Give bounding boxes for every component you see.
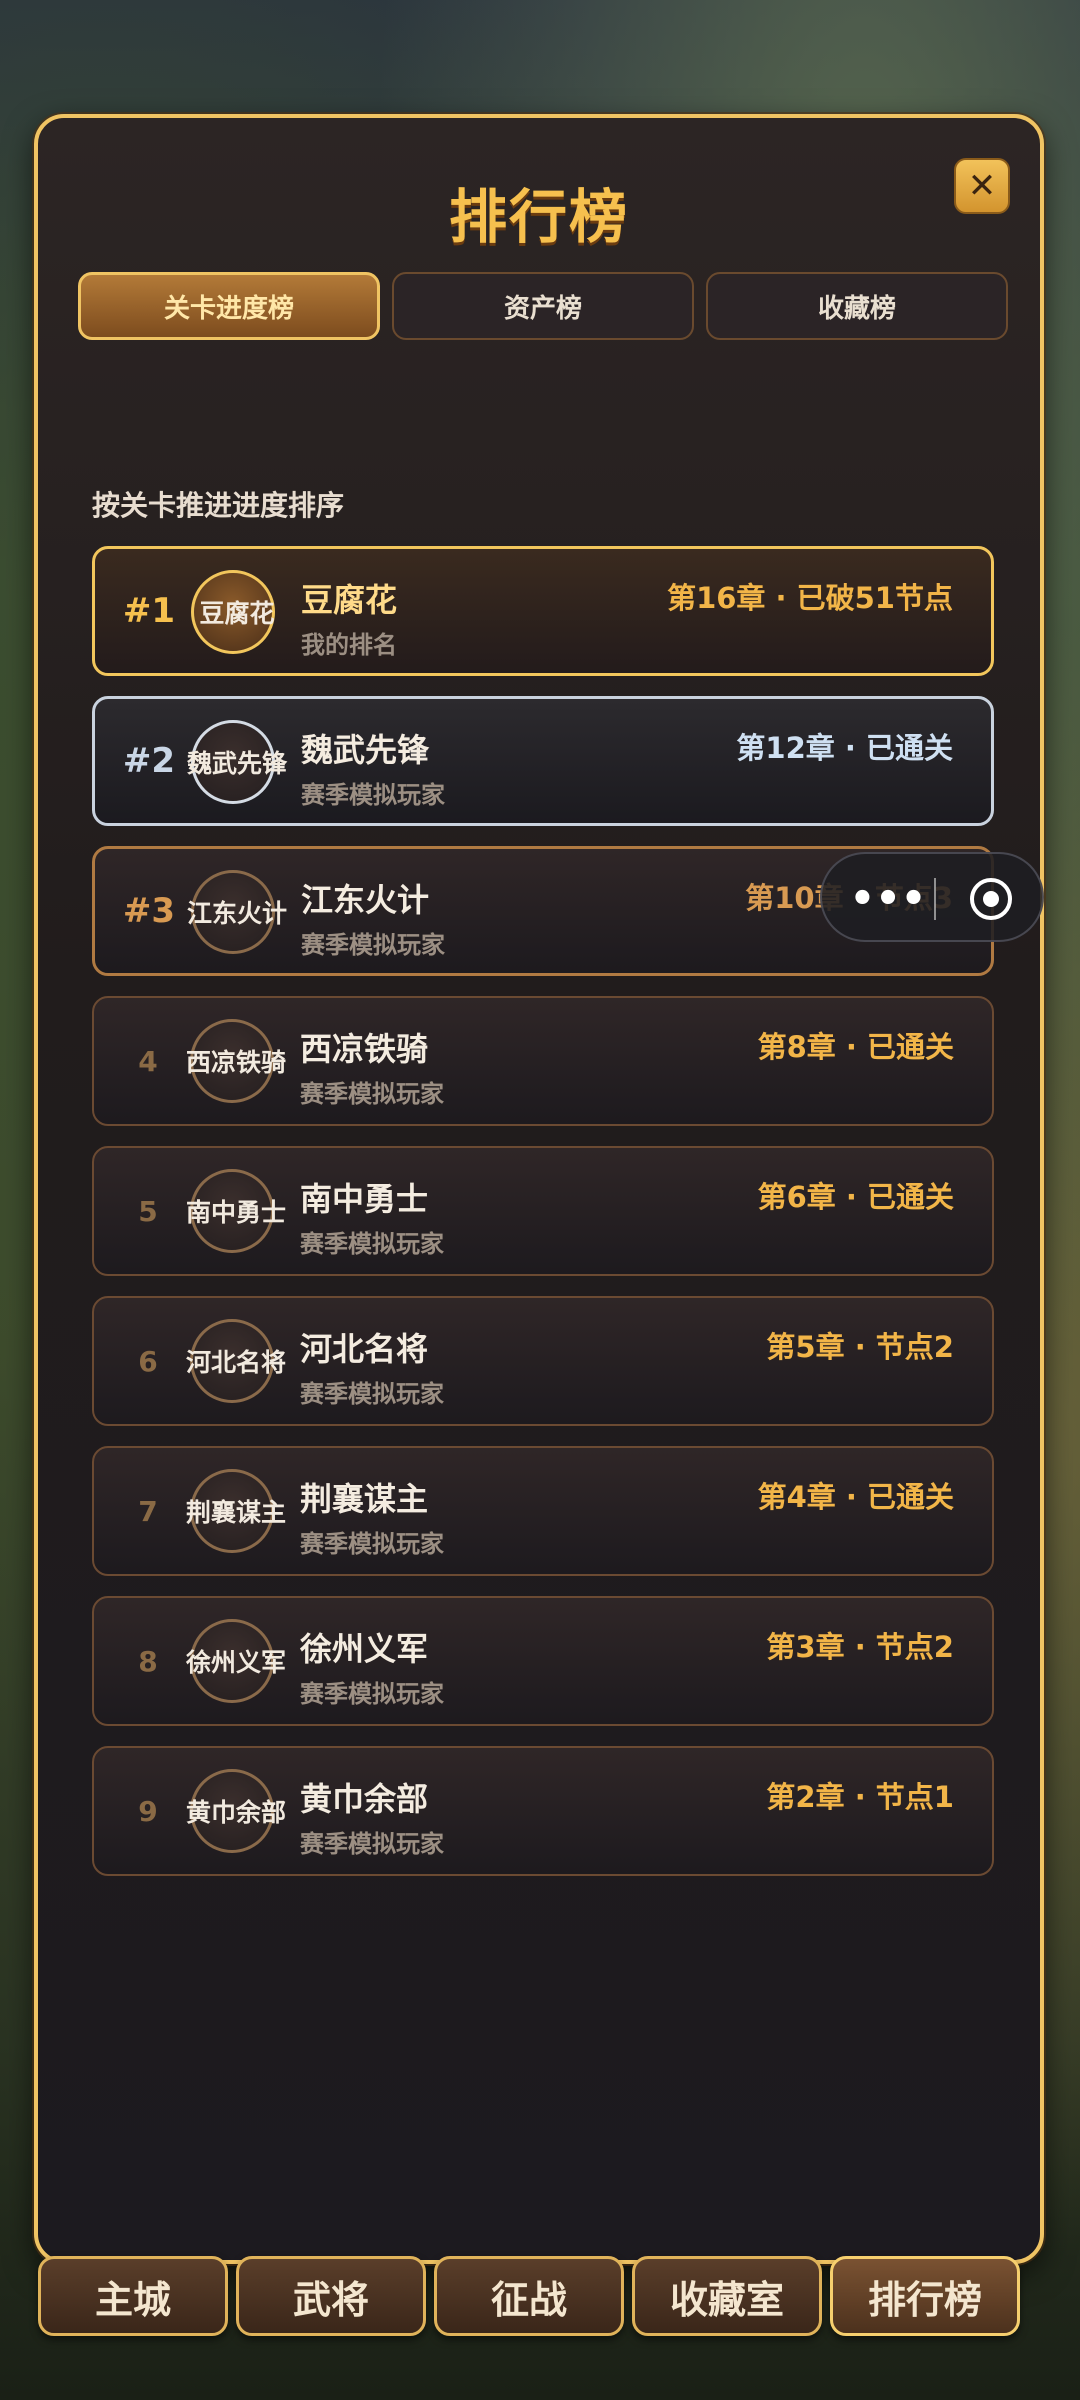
avatar-label: 荆襄谋主: [185, 1498, 286, 1527]
avatar: 黄巾余部: [186, 1769, 286, 1853]
avatar: 荆襄谋主: [186, 1469, 286, 1553]
player-name: 南中勇士: [300, 1180, 429, 1218]
tab-level-progress[interactable]: 关卡进度榜: [78, 272, 380, 340]
mini-program-capsule: •••: [820, 852, 1044, 942]
player-progress: 第6章 · 已通关: [757, 1180, 954, 1214]
avatar: 南中勇士: [186, 1169, 286, 1253]
avatar: 徐州义军: [186, 1619, 286, 1703]
sort-description: 按关卡推进进度排序: [92, 489, 345, 522]
player-desc: 赛季模拟玩家: [300, 1680, 444, 1708]
player-desc: 赛季模拟玩家: [301, 931, 445, 959]
player-desc: 赛季模拟玩家: [300, 1830, 444, 1858]
ranking-row[interactable]: 6 河北名将 河北名将 赛季模拟玩家 第5章 · 节点2: [92, 1296, 994, 1426]
ranking-row[interactable]: #1 豆腐花 豆腐花 我的排名 第16章 · 已破51节点: [92, 546, 994, 676]
avatar-label: 魏武先锋: [186, 749, 287, 778]
player-progress: 第8章 · 已通关: [757, 1030, 954, 1064]
tab-collection[interactable]: 收藏榜: [706, 272, 1008, 340]
page-title: 排行榜: [448, 183, 629, 251]
player-name: 河北名将: [300, 1330, 429, 1368]
target-icon[interactable]: [968, 876, 1014, 922]
avatar-label: 江东火计: [186, 899, 287, 928]
ranking-row[interactable]: 5 南中勇士 南中勇士 赛季模拟玩家 第6章 · 已通关: [92, 1146, 994, 1276]
player-name: 黄巾余部: [300, 1780, 429, 1818]
avatar-label: 豆腐花: [199, 599, 275, 628]
nav-leaderboard[interactable]: 排行榜: [830, 2256, 1020, 2336]
player-progress: 第3章 · 节点2: [766, 1630, 954, 1664]
avatar: 河北名将: [186, 1319, 286, 1403]
player-progress: 第12章 · 已通关: [736, 731, 953, 765]
player-desc: 赛季模拟玩家: [300, 1530, 444, 1558]
avatar: 西凉铁骑: [186, 1019, 286, 1103]
player-name: 荆襄谋主: [300, 1480, 429, 1518]
close-icon: ✕: [967, 166, 997, 206]
player-progress: 第5章 · 节点2: [766, 1330, 954, 1364]
ranking-row[interactable]: 8 徐州义军 徐州义军 赛季模拟玩家 第3章 · 节点2: [92, 1596, 994, 1726]
avatar-label: 西凉铁骑: [185, 1048, 286, 1077]
player-desc: 赛季模拟玩家: [300, 1080, 444, 1108]
more-dots-icon[interactable]: •••: [848, 874, 928, 924]
avatar: 豆腐花: [191, 570, 275, 654]
nav-campaign[interactable]: 征战: [434, 2256, 624, 2336]
player-name: 江东火计: [301, 881, 430, 919]
player-progress: 第4章 · 已通关: [757, 1480, 954, 1514]
player-desc: 赛季模拟玩家: [300, 1230, 444, 1258]
player-progress: 第16章 · 已破51节点: [667, 581, 953, 615]
nav-main-city[interactable]: 主城: [38, 2256, 228, 2336]
ranking-row[interactable]: 7 荆襄谋主 荆襄谋主 赛季模拟玩家 第4章 · 已通关: [92, 1446, 994, 1576]
avatar-label: 河北名将: [185, 1348, 286, 1377]
player-desc: 赛季模拟玩家: [300, 1380, 444, 1408]
player-desc: 赛季模拟玩家: [301, 781, 445, 809]
leaderboard-panel: 排行榜 ✕ 关卡进度榜 资产榜 收藏榜 按关卡推进进度排序 #1 豆腐花 豆腐花…: [34, 114, 1044, 2264]
ranking-row[interactable]: 9 黄巾余部 黄巾余部 赛季模拟玩家 第2章 · 节点1: [92, 1746, 994, 1876]
nav-collection-room[interactable]: 收藏室: [632, 2256, 822, 2336]
avatar-label: 南中勇士: [185, 1198, 286, 1227]
player-name: 西凉铁骑: [300, 1030, 429, 1068]
avatar: 魏武先锋: [187, 720, 287, 804]
ranking-row[interactable]: 4 西凉铁骑 西凉铁骑 赛季模拟玩家 第8章 · 已通关: [92, 996, 994, 1126]
player-progress: 第2章 · 节点1: [766, 1780, 954, 1814]
nav-generals[interactable]: 武将: [236, 2256, 426, 2336]
avatar-label: 黄巾余部: [185, 1798, 286, 1827]
player-name: 豆腐花: [301, 581, 398, 619]
ranking-row[interactable]: #2 魏武先锋 魏武先锋 赛季模拟玩家 第12章 · 已通关: [92, 696, 994, 826]
player-desc: 我的排名: [301, 631, 397, 659]
close-button[interactable]: ✕: [954, 158, 1010, 214]
tab-assets[interactable]: 资产榜: [392, 272, 694, 340]
player-name: 魏武先锋: [301, 731, 430, 769]
avatar-label: 徐州义军: [185, 1648, 286, 1677]
capsule-divider: [934, 878, 936, 920]
avatar: 江东火计: [187, 870, 287, 954]
player-name: 徐州义军: [300, 1630, 429, 1668]
